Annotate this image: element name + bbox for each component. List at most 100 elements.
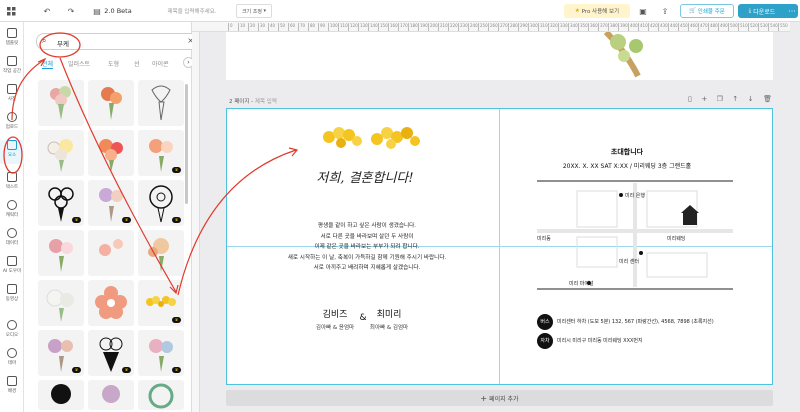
arrow-down-icon[interactable]: ↓: [748, 95, 754, 105]
message-line: 서로 아끼주고 배려하며 지혜롭게 살겠습니다.: [313, 265, 421, 271]
ruler-tick: 370: [598, 23, 608, 31]
bouquet-thumbnail[interactable]: ♛: [38, 330, 84, 376]
ruler-tick: 420: [648, 23, 658, 31]
bride-name[interactable]: 최미리: [369, 307, 409, 320]
message-line: 새로 시작하는 이 날, 축복이 가득하길 함께 기원해 주시기 바랍니다.: [287, 254, 447, 261]
sidebar-item-video[interactable]: 동영상: [0, 284, 24, 308]
invitation-message[interactable]: 평생을 같이 하고 싶은 사람이 생겼습니다. 서로 다른 곳을 바라보며 살던…: [247, 221, 487, 274]
size-adjust-dropdown[interactable]: 크기 조정 ▾: [236, 4, 272, 18]
bouquet-thumbnail[interactable]: [88, 80, 134, 126]
duplicate-icon[interactable]: ❐: [717, 95, 723, 105]
sidebar-item-elements[interactable]: 요소: [0, 140, 24, 164]
event-datetime[interactable]: 20XX. X. XX SAT X:XX / 미리웨딩 3층 그랜드홀: [527, 161, 727, 170]
note-icon[interactable]: ▯: [688, 95, 692, 105]
sidebar-item-upload[interactable]: 업로드: [0, 112, 24, 136]
grid-menu-icon[interactable]: [4, 4, 18, 18]
more-button[interactable]: ···: [786, 4, 798, 18]
bouquet-thumbnail[interactable]: [88, 130, 134, 176]
groom-name[interactable]: 김비즈: [315, 307, 355, 320]
theme-icon: [7, 348, 17, 358]
tab-line[interactable]: 선: [134, 59, 140, 68]
bouquet-thumbnail[interactable]: [38, 130, 84, 176]
sidebar-item-label: AI 도우미: [2, 269, 22, 274]
premium-crown-icon: ♛: [122, 217, 131, 223]
bouquet-thumbnail[interactable]: ♛: [138, 180, 184, 226]
bouquet-thumbnail[interactable]: ♛: [138, 330, 184, 376]
page-2[interactable]: 저희, 결혼합니다! 평생을 같이 하고 싶은 사람이 생겼습니다. 서로 다른…: [226, 108, 773, 385]
page-title-input[interactable]: 제목 입력: [255, 99, 277, 105]
bouquet-thumbnail[interactable]: [138, 80, 184, 126]
canvas-scrollbar[interactable]: [789, 32, 798, 412]
bouquet-thumbnail[interactable]: [138, 230, 184, 276]
script-title[interactable]: 저희, 결혼합니다!: [305, 167, 425, 186]
search-input[interactable]: 부케: [57, 38, 69, 48]
bouquet-thumbnail[interactable]: [38, 380, 84, 410]
tab-icon[interactable]: 아이콘: [152, 59, 169, 68]
page-tools: ▯ + ❐ ↑ ↓ 🗑: [688, 95, 772, 105]
bouquet-thumbnail[interactable]: [38, 80, 84, 126]
bride-parents[interactable]: 최아빠 & 김엄마: [355, 323, 423, 331]
add-icon[interactable]: +: [701, 95, 707, 105]
ruler-tick: 310: [538, 23, 548, 31]
vertical-ruler: [192, 32, 200, 412]
sidebar-item-photo[interactable]: 사진: [0, 84, 24, 108]
ruler-tick: 450: [678, 23, 688, 31]
print-order-button[interactable]: 🛒 인쇄물 주문: [680, 4, 734, 18]
bus-directions[interactable]: 미리센터 하차 (도보 5분) 132, 567 (파랑간선), 4568, 7…: [557, 318, 714, 325]
trash-icon[interactable]: 🗑: [763, 95, 772, 105]
add-page-label: 페이지 추가: [489, 395, 519, 403]
download-button[interactable]: ⤓ 다운로드: [738, 4, 786, 18]
bouquet-thumbnail[interactable]: ♛: [88, 330, 134, 376]
bouquet-thumbnail[interactable]: [38, 230, 84, 276]
ruler-tick: 0: [228, 23, 233, 31]
page-1[interactable]: [226, 29, 773, 80]
sidebar-item-theme[interactable]: 테마: [0, 348, 24, 372]
sidebar-item-ai[interactable]: AI 도우미: [0, 256, 24, 280]
character-icon: [7, 200, 17, 210]
undo-icon[interactable]: ↶: [40, 4, 54, 18]
pro-trial-button[interactable]: ★ Pro 사용해 보기: [564, 4, 630, 18]
bouquet-thumbnail[interactable]: ♛: [138, 130, 184, 176]
bouquet-thumbnail[interactable]: [88, 230, 134, 276]
tab-all[interactable]: 전체: [42, 59, 54, 69]
premium-crown-icon: ♛: [72, 217, 81, 223]
share-icon[interactable]: ⇪: [658, 4, 672, 18]
sidebar-item-character[interactable]: 캐릭터: [0, 200, 24, 224]
page-number: 2 페이지: [229, 99, 250, 105]
tab-shape[interactable]: 도형: [108, 59, 119, 68]
add-page-button[interactable]: + 페이지 추가: [226, 390, 773, 406]
sidebar-item-data[interactable]: 데이터: [0, 228, 24, 252]
bouquet-thumbnail[interactable]: ♛: [88, 180, 134, 226]
flower-shape-thumbnail[interactable]: [88, 280, 134, 326]
search-box[interactable]: ⌕ 부케 ×: [36, 33, 200, 50]
message-line: 서로 다른 곳을 바라보며 살던 두 사람이: [320, 233, 414, 240]
bouquet-thumbnail[interactable]: ♛: [38, 180, 84, 226]
ruler-tick: 340: [568, 23, 578, 31]
save-icon[interactable]: ▣: [636, 4, 650, 18]
sidebar-item-template[interactable]: 템플릿: [0, 28, 24, 52]
ruler-tick: 160: [388, 23, 398, 31]
sidebar-item-workspace[interactable]: 작업 공간: [0, 56, 24, 80]
plus-icon: +: [480, 393, 488, 403]
sidebar-item-label: 동영상: [5, 297, 19, 302]
ruler-tick: 280: [508, 23, 518, 31]
ruler-tick: 440: [668, 23, 678, 31]
invite-title[interactable]: 초대합니다: [587, 147, 667, 157]
ruler-tick: 110: [338, 23, 348, 31]
sidebar-item-text[interactable]: 텍스트: [0, 172, 24, 196]
arrow-up-icon[interactable]: ↑: [732, 95, 738, 105]
bouquet-thumbnail[interactable]: [88, 380, 134, 410]
yellow-flowers-thumbnail[interactable]: ♛: [138, 280, 184, 326]
tab-illustration[interactable]: 일러스트: [68, 59, 90, 68]
data-icon: [7, 228, 17, 238]
ai-icon: [7, 256, 17, 266]
bouquet-thumbnail[interactable]: [38, 280, 84, 326]
wreath-thumbnail[interactable]: [138, 380, 184, 410]
title-input[interactable]: 제목을 입력해주세요.: [160, 4, 224, 18]
sidebar-item-background[interactable]: 배경: [0, 376, 24, 400]
car-directions[interactable]: 미리시 미리구 미리동 미리웨딩 XXX번지: [557, 337, 643, 344]
redo-icon[interactable]: ↷: [64, 4, 78, 18]
sidebar-item-audio[interactable]: 오디오: [0, 320, 24, 344]
panel-scrollbar[interactable]: [185, 84, 188, 204]
ampersand: &: [359, 313, 367, 323]
